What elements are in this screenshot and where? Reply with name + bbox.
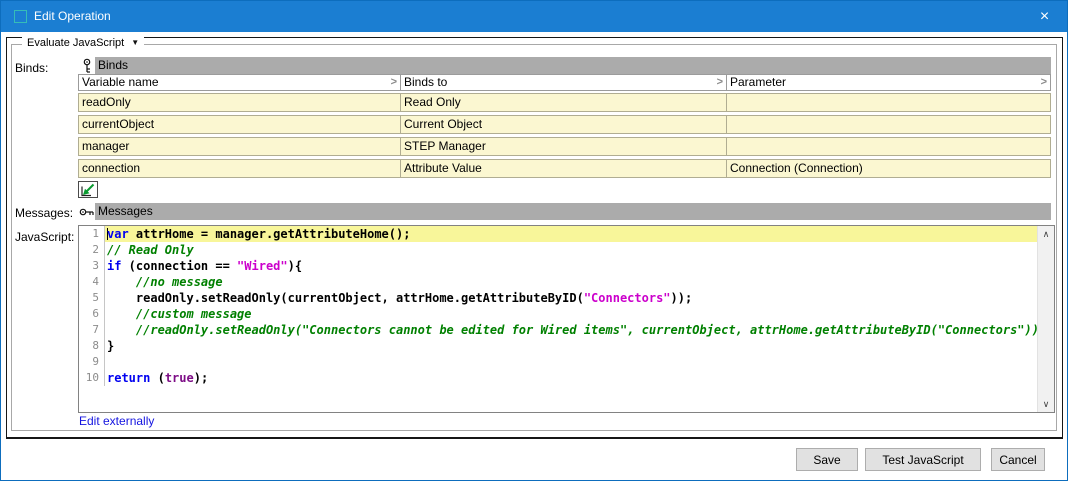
binds-header-row: Variable name > Binds to > Parameter > (78, 74, 1051, 91)
code-line: 3if (connection == "Wired"){ (79, 258, 1037, 274)
bind-cell-parameter (727, 94, 1050, 111)
bind-cell-parameter: Connection (Connection) (727, 160, 1050, 177)
code-text: var attrHome = manager.getAttributeHome(… (105, 226, 1037, 242)
code-text: // Read Only (105, 242, 1037, 258)
key-vertical-icon (78, 57, 95, 74)
bind-cell-variable: readOnly (79, 94, 401, 111)
bind-cell-binds_to: Current Object (401, 116, 727, 133)
column-header-label: Parameter (730, 75, 786, 89)
column-header[interactable]: Binds to > (401, 75, 727, 90)
operation-type-label: Evaluate JavaScript (27, 37, 124, 49)
code-line: 7 //readOnly.setReadOnly("Connectors can… (79, 322, 1037, 338)
add-bind-button[interactable] (78, 181, 98, 198)
bind-cell-binds_to: Read Only (401, 94, 727, 111)
code-line: 6 //custom message (79, 306, 1037, 322)
code-line: 2// Read Only (79, 242, 1037, 258)
bind-cell-parameter (727, 116, 1050, 133)
save-button[interactable]: Save (796, 448, 858, 471)
bind-cell-binds_to: STEP Manager (401, 138, 727, 155)
code-text: //custom message (105, 306, 1037, 322)
line-number: 7 (79, 322, 105, 338)
assign-arrow-icon (80, 183, 96, 197)
chevron-down-icon: ▼ (131, 39, 139, 47)
line-number: 9 (79, 354, 105, 370)
bind-row[interactable]: managerSTEP Manager (78, 137, 1051, 156)
code-line: 4 //no message (79, 274, 1037, 290)
line-number: 10 (79, 370, 105, 386)
column-header[interactable]: Variable name > (79, 75, 401, 90)
code-text: //readOnly.setReadOnly("Connectors canno… (105, 322, 1037, 338)
bind-cell-variable: manager (79, 138, 401, 155)
bind-row[interactable]: currentObjectCurrent Object (78, 115, 1051, 134)
line-number: 8 (79, 338, 105, 354)
code-text: readOnly.setReadOnly(currentObject, attr… (105, 290, 1037, 306)
code-text: } (105, 338, 1037, 354)
sort-chevron-icon: > (1041, 75, 1047, 90)
javascript-code-editor[interactable]: 1var attrHome = manager.getAttributeHome… (78, 225, 1055, 413)
line-number: 1 (79, 226, 105, 242)
binds-section-title: Binds (95, 57, 1051, 74)
messages-section-title: Messages (95, 203, 1051, 220)
code-line: 9 (79, 354, 1037, 370)
code-line: 8} (79, 338, 1037, 354)
code-line: 10return (true); (79, 370, 1037, 386)
bind-cell-binds_to: Attribute Value (401, 160, 727, 177)
window-title: Edit Operation (34, 1, 111, 32)
line-number: 2 (79, 242, 105, 258)
code-line: 5 readOnly.setReadOnly(currentObject, at… (79, 290, 1037, 306)
javascript-field-label: JavaScript: (15, 230, 74, 244)
column-header-label: Binds to (404, 75, 447, 89)
window-icon (14, 10, 27, 23)
code-text: return (true); (105, 370, 1037, 386)
binds-field-label: Binds: (15, 61, 48, 75)
bind-row[interactable]: connectionAttribute ValueConnection (Con… (78, 159, 1051, 178)
vertical-scrollbar[interactable]: ∧ ∨ (1037, 226, 1054, 412)
code-text: //no message (105, 274, 1037, 290)
line-number: 4 (79, 274, 105, 290)
messages-field-label: Messages: (15, 206, 73, 220)
line-number: 6 (79, 306, 105, 322)
titlebar: Edit Operation × (1, 1, 1067, 32)
bind-row[interactable]: readOnlyRead Only (78, 93, 1051, 112)
column-header[interactable]: Parameter > (727, 75, 1050, 90)
line-number: 3 (79, 258, 105, 274)
scroll-down-arrow-icon[interactable]: ∨ (1038, 396, 1054, 412)
edit-externally-link[interactable]: Edit externally (79, 414, 154, 428)
sort-chevron-icon: > (391, 75, 397, 90)
code-text (105, 354, 1037, 370)
code-text: if (connection == "Wired"){ (105, 258, 1037, 274)
operation-type-dropdown[interactable]: Evaluate JavaScript ▼ (22, 37, 144, 49)
messages-section-bar: Messages (78, 203, 1051, 220)
sort-chevron-icon: > (717, 75, 723, 90)
content-panel: Evaluate JavaScript ▼ Binds: Binds Varia… (6, 37, 1063, 439)
edit-operation-dialog: Edit Operation × Evaluate JavaScript ▼ B… (0, 0, 1068, 481)
binds-section-bar: Binds (78, 57, 1051, 74)
cancel-button[interactable]: Cancel (991, 448, 1045, 471)
code-line: 1var attrHome = manager.getAttributeHome… (79, 226, 1037, 242)
bind-cell-variable: currentObject (79, 116, 401, 133)
bind-cell-parameter (727, 138, 1050, 155)
code-lines: 1var attrHome = manager.getAttributeHome… (79, 226, 1037, 386)
scroll-up-arrow-icon[interactable]: ∧ (1038, 226, 1054, 242)
key-horizontal-icon (78, 203, 95, 220)
test-javascript-button[interactable]: Test JavaScript (865, 448, 981, 471)
bind-cell-variable: connection (79, 160, 401, 177)
line-number: 5 (79, 290, 105, 306)
column-header-label: Variable name (82, 75, 159, 89)
close-icon[interactable]: × (1022, 1, 1067, 32)
